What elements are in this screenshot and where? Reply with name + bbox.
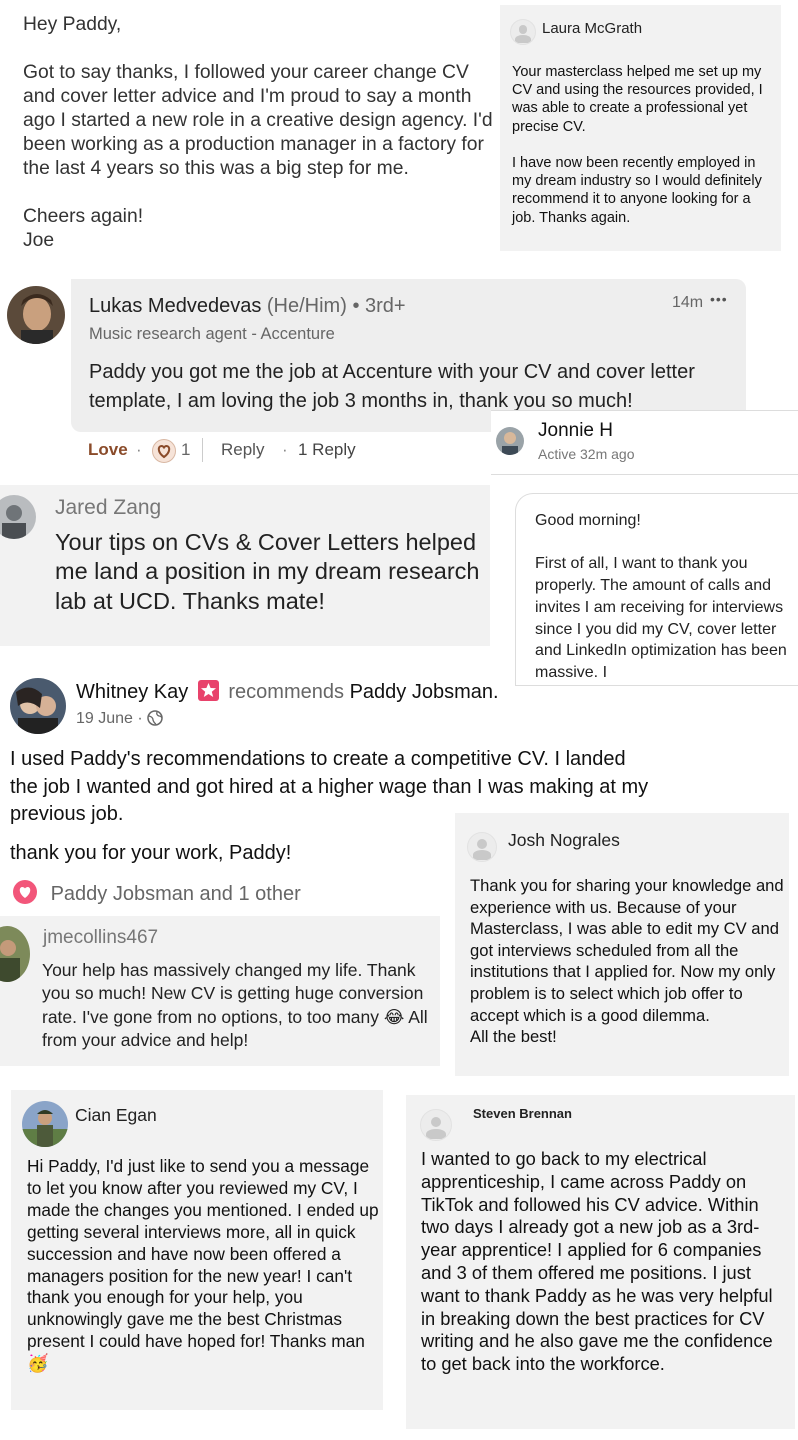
whitney-date-line: 19 June · [76,710,163,728]
josh-review-text: Thank you for sharing your knowledge and… [470,876,784,1047]
jonnie-header: Jonnie H Active 32m ago [491,410,798,475]
josh-name: Josh Nograles [508,830,620,850]
cian-review-text: Hi Paddy, I'd just like to send you a me… [27,1156,379,1375]
jonnie-message-text: Good morning! First of all, I want to th… [535,512,787,681]
jme-review-card: jmecollins467 Your help has massively ch… [0,916,440,1066]
joe-message-text: Hey Paddy, Got to say thanks, I followed… [23,14,493,251]
cian-review-text-main: Hi Paddy, I'd just like to send you a me… [27,1156,379,1352]
josh-avatar [467,832,497,862]
lukas-avatar[interactable] [7,286,65,344]
whitney-avatar[interactable] [10,678,66,734]
party-emoji-icon: 🥳 [27,1353,49,1374]
reactions-summary: Paddy Jobsman and 1 other [50,883,301,905]
globe-icon [147,710,163,726]
lukas-name[interactable]: Lukas Medvedevas [89,295,261,317]
cian-avatar [22,1101,68,1147]
lukas-degree: • 3rd+ [352,295,406,317]
laura-avatar [510,19,536,45]
action-separator: · [282,440,288,459]
whitney-date[interactable]: 19 June · [76,710,143,727]
jared-review-text: Your tips on CVs & Cover Letters helped … [55,529,480,614]
love-label[interactable]: Love [88,440,128,460]
whitney-reactions[interactable]: Paddy Jobsman and 1 other [13,880,301,906]
jme-review-text-main: Your help has massively changed my life.… [42,960,424,1027]
steven-avatar [420,1109,452,1141]
joe-message: Hey Paddy, Got to say thanks, I followed… [0,0,500,262]
laura-name: Laura McGrath [542,20,643,37]
jme-avatar [0,926,30,982]
recommend-badge-icon [197,680,219,701]
laughing-emoji-icon: 😂 [383,1006,405,1027]
heart-reaction-icon [152,439,176,463]
jme-name: jmecollins467 [43,927,159,948]
lukas-comment-text: Paddy you got me the job at Accenture wi… [89,361,695,412]
laura-review-card: Laura McGrath Your masterclass helped me… [500,5,781,251]
jonnie-status: Active 32m ago [538,446,635,462]
recommended-page-link[interactable]: Paddy Jobsman [350,681,493,703]
steven-review-text: I wanted to go back to my electrical app… [421,1148,773,1375]
lukas-headline: Music research agent - Accenture [89,325,335,343]
whitney-header: Whitney Kay recommends Paddy Jobsman. [76,680,499,704]
cian-name: Cian Egan [75,1105,157,1125]
replies-link[interactable]: 1 Reply [298,440,356,460]
jonnie-avatar[interactable] [496,427,524,455]
jared-name: Jared Zang [55,496,162,519]
whitney-name[interactable]: Whitney Kay [76,681,188,703]
more-options-icon[interactable]: ••• [710,291,728,307]
josh-review-card: Josh Nograles Thank you for sharing your… [455,813,789,1076]
steven-review-card: Steven Brennan I wanted to go back to my… [406,1095,795,1429]
lukas-name-line: Lukas Medvedevas (He/Him) • 3rd+ [89,295,406,318]
jared-review-card: Jared Zang Your tips on CVs & Cover Lett… [0,485,490,646]
lukas-time: 14m [672,294,704,311]
jonnie-message-bubble: Good morning! First of all, I want to th… [515,493,798,686]
reaction-count[interactable]: 1 [181,440,190,460]
steven-name: Steven Brennan [473,1106,572,1121]
cian-review-card: Cian Egan Hi Paddy, I'd just like to sen… [11,1090,383,1410]
recommends-label: recommends [228,681,344,703]
whitney-post-thanks: thank you for your work, Paddy! [10,842,292,864]
heart-icon [13,880,37,904]
jme-review-text: Your help has massively changed my life.… [42,959,437,1053]
action-divider [202,438,203,462]
whitney-period: . [492,681,499,703]
laura-review-text: Your masterclass helped me set up my CV … [512,64,763,226]
lukas-pronouns: (He/Him) [266,295,347,317]
reply-button[interactable]: Reply [221,440,264,460]
jared-avatar [0,495,36,539]
jonnie-name: Jonnie H [538,420,613,441]
action-separator: · [136,440,142,459]
